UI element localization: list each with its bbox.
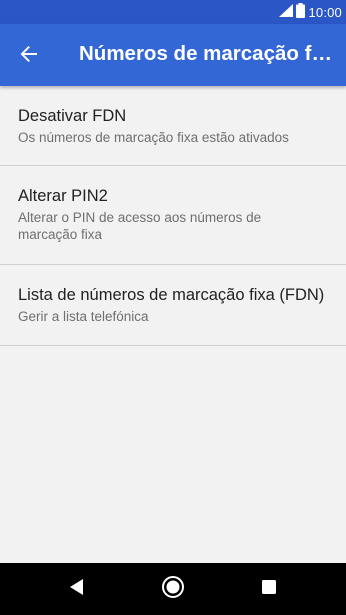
nav-back-icon [70,578,84,600]
item-subtitle: Gerir a lista telefónica [18,309,149,324]
nav-recents-button[interactable] [256,576,282,602]
item-title: Lista de números de marcação fixa (FDN) [18,286,325,304]
item-subtitle: Os números de marcação fixa estão ativad… [18,130,289,145]
status-bar: 10:00 [0,0,346,24]
nav-recents-icon [262,579,276,599]
nav-home-button[interactable] [160,575,186,604]
navigation-bar [0,563,346,615]
battery-icon [296,3,306,21]
page-title: Números de marcação fixa [79,42,337,65]
list-item-fdn-list[interactable]: Lista de números de marcação fixa (FDN) … [0,265,346,346]
nav-back-button[interactable] [64,576,90,602]
list-item-disable-fdn[interactable]: Desativar FDN Os números de marcação fix… [0,86,346,166]
app-bar: Números de marcação fixa [0,24,346,86]
list-item-change-pin2[interactable]: Alterar PIN2 Alterar o PIN de acesso aos… [0,166,346,265]
screen: 10:00 Números de marcação fixa Desativar… [0,0,346,615]
item-title: Alterar PIN2 [18,187,108,205]
nav-home-icon [161,575,185,604]
item-subtitle: Alterar o PIN de acesso aos números de m… [18,210,262,242]
signal-icon [279,4,294,20]
settings-list: Desativar FDN Os números de marcação fix… [0,86,346,346]
back-button[interactable] [12,39,46,73]
status-time: 10:00 [308,4,342,20]
status-icons: 10:00 [279,3,342,21]
arrow-back-icon [20,45,38,68]
item-title: Desativar FDN [18,107,127,125]
